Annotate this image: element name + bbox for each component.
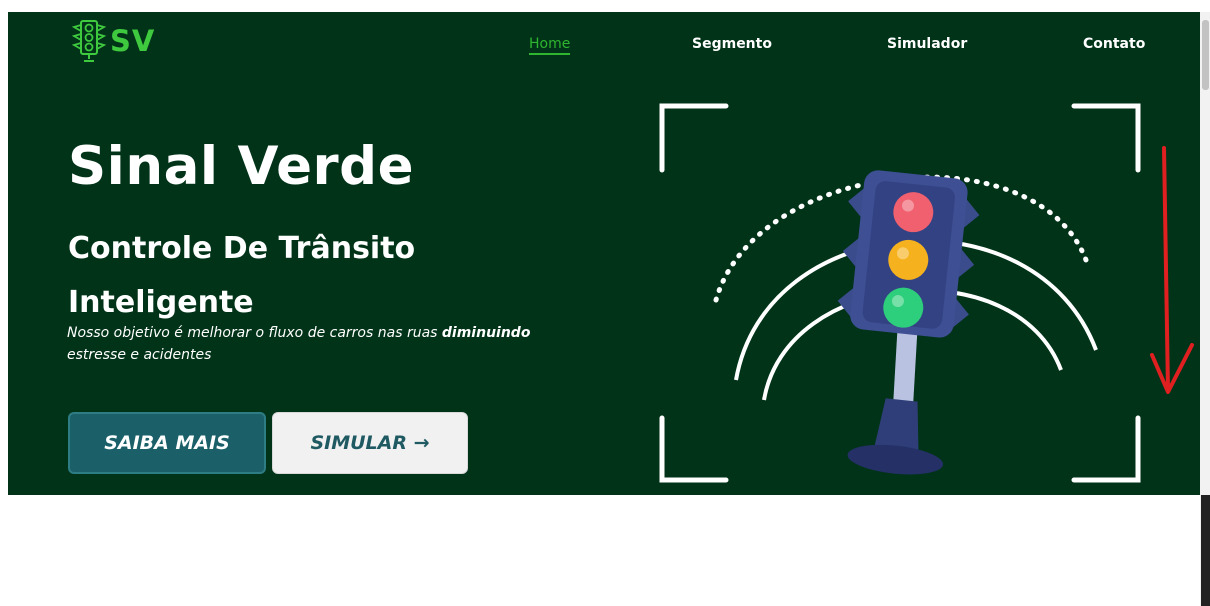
saiba-mais-button[interactable]: SAIBA MAIS bbox=[68, 412, 266, 474]
page-title: Sinal Verde bbox=[68, 136, 415, 197]
traffic-light-illustration bbox=[659, 103, 1141, 483]
nav-simulador[interactable]: Simulador bbox=[887, 36, 967, 52]
desc-text-bold: diminuindo bbox=[441, 325, 531, 341]
traffic-light-3d bbox=[837, 170, 980, 475]
nav-segmento[interactable]: Segmento bbox=[692, 36, 772, 52]
scroll-down-arrow-icon bbox=[1150, 146, 1194, 394]
simular-button[interactable]: SIMULAR → bbox=[272, 412, 468, 474]
logo[interactable]: SV bbox=[70, 18, 155, 64]
scrollbar-thumb[interactable] bbox=[1202, 20, 1209, 90]
hero-section: SV Home Segmento Simulador Contato Sinal… bbox=[8, 12, 1200, 495]
desc-text-post: estresse e acidentes bbox=[67, 347, 212, 363]
hero-description: Nosso objetivo é melhorar o fluxo de car… bbox=[67, 322, 577, 366]
scrollbar-track-lower bbox=[1201, 495, 1210, 606]
hero-subtitle: Controle De Trânsito Inteligente bbox=[68, 231, 416, 320]
nav-contato[interactable]: Contato bbox=[1083, 36, 1145, 52]
nav-home[interactable]: Home bbox=[529, 36, 571, 55]
logo-text: SV bbox=[110, 24, 156, 58]
traffic-light-icon bbox=[71, 20, 107, 62]
desc-text-pre: Nosso objetivo é melhorar o fluxo de car… bbox=[67, 325, 442, 341]
